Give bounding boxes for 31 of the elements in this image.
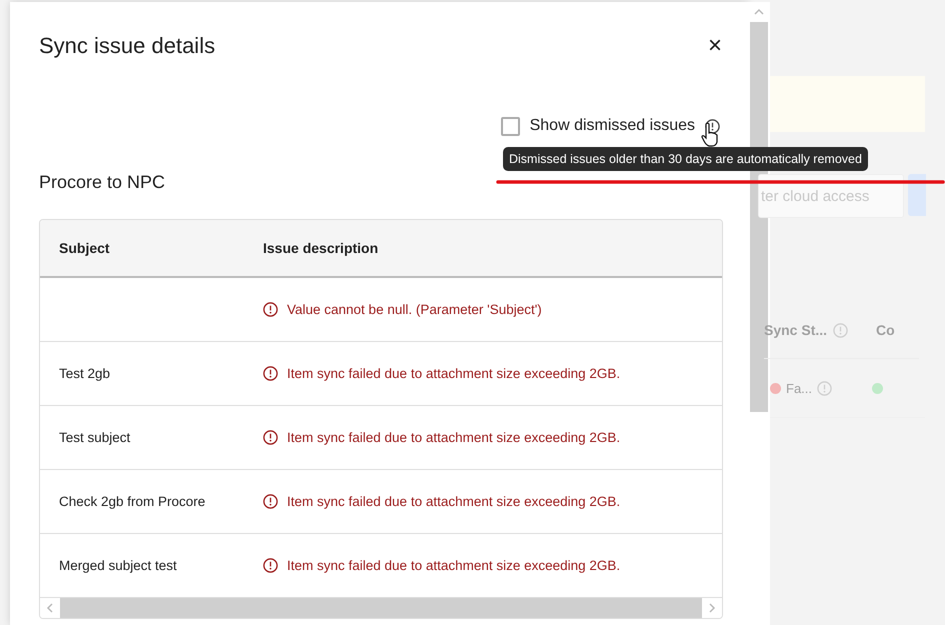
- alert-icon: [263, 558, 278, 573]
- alert-icon: [263, 430, 278, 445]
- alert-icon: [263, 366, 278, 381]
- error-message: Item sync failed due to attachment size exceeding 2GB.: [263, 494, 722, 509]
- alert-icon: [263, 494, 278, 509]
- info-icon: [833, 322, 848, 338]
- table-cell-text: Test subject: [59, 430, 132, 445]
- error-message: Item sync failed due to attachment size exceeding 2GB.: [263, 430, 722, 445]
- error-message: Item sync failed due to attachment size exceeding 2GB.: [263, 558, 722, 573]
- tooltip: Dismissed issues older than 30 days are automatically removed: [503, 147, 868, 171]
- dialog-title: Sync issue details: [39, 33, 216, 59]
- status-text: Fa...: [786, 380, 812, 396]
- scrollbar-thumb[interactable]: [60, 598, 702, 618]
- table-cell-text: Test 2gb: [59, 366, 112, 381]
- checkbox-label: Show dismissed issues: [530, 117, 695, 135]
- column-header: Co: [876, 322, 895, 338]
- action-button[interactable]: [908, 174, 926, 216]
- table-cell-text: Check 2gb from Procore: [59, 494, 206, 509]
- column-header: Sync St...: [764, 322, 848, 338]
- hand-cursor-icon: [701, 122, 719, 148]
- table-cell-text: Merged subject test: [59, 558, 178, 573]
- column-header: Issue description: [263, 240, 380, 256]
- info-icon: [705, 118, 720, 134]
- column-header: Subject: [59, 240, 111, 256]
- error-message: Value cannot be null. (Parameter 'Subject'): [263, 302, 722, 317]
- section-title: Procore to NPC: [39, 172, 166, 193]
- info-icon: [817, 380, 832, 396]
- alert-icon: [263, 302, 278, 317]
- error-message: Item sync failed due to attachment size exceeding 2GB.: [263, 366, 722, 381]
- checkbox[interactable]: [500, 116, 520, 136]
- close-button[interactable]: ×: [708, 34, 722, 58]
